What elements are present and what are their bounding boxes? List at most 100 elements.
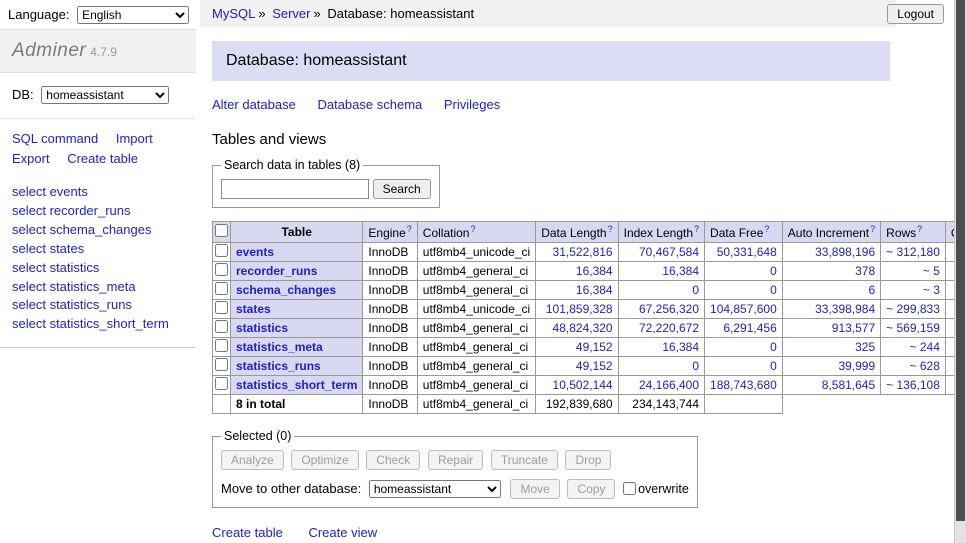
- scrollbar-thumb[interactable]: [956, 0, 965, 521]
- cell-auto-increment[interactable]: 6: [782, 281, 880, 300]
- sidebar-action-link[interactable]: Import: [116, 131, 153, 146]
- table-name-link[interactable]: states: [236, 302, 271, 316]
- cell-rows[interactable]: ~ 3: [881, 281, 946, 300]
- cell-rows[interactable]: ~ 628: [881, 357, 946, 376]
- cell-data-length[interactable]: 16,384: [536, 281, 618, 300]
- row-checkbox[interactable]: [215, 263, 228, 276]
- bulk-action-button[interactable]: Drop: [565, 450, 611, 470]
- sidebar-table-link[interactable]: select statistics: [12, 259, 184, 278]
- db-action-link[interactable]: Alter database: [212, 97, 296, 112]
- help-link[interactable]: ?: [694, 224, 699, 234]
- cell-data-length[interactable]: 31,522,816: [536, 243, 618, 262]
- cell-rows[interactable]: ~ 312,180: [881, 243, 946, 262]
- bulk-action-button[interactable]: Repair: [428, 450, 483, 470]
- table-name-link[interactable]: statistics_runs: [236, 359, 321, 373]
- sidebar-table-link[interactable]: select statistics_runs: [12, 296, 184, 315]
- table-name-link[interactable]: statistics_meta: [236, 340, 323, 354]
- cell-index-length[interactable]: 67,256,320: [618, 300, 704, 319]
- bulk-action-button[interactable]: Optimize: [291, 450, 358, 470]
- cell-index-length[interactable]: 72,220,672: [618, 319, 704, 338]
- sidebar-table-link[interactable]: select statistics_short_term: [12, 315, 184, 334]
- row-checkbox[interactable]: [215, 339, 228, 352]
- cell-data-free[interactable]: 50,331,648: [705, 243, 783, 262]
- cell-auto-increment[interactable]: 33,398,984: [782, 300, 880, 319]
- breadcrumb-link[interactable]: Server: [272, 6, 310, 21]
- cell-auto-increment[interactable]: 33,898,196: [782, 243, 880, 262]
- cell-rows[interactable]: ~ 244: [881, 338, 946, 357]
- row-checkbox[interactable]: [215, 244, 228, 257]
- cell-data-free[interactable]: 6,291,456: [705, 319, 783, 338]
- sidebar-table-link[interactable]: select states: [12, 240, 184, 259]
- overwrite-checkbox[interactable]: [623, 482, 636, 495]
- row-checkbox[interactable]: [215, 358, 228, 371]
- cell-data-length[interactable]: 49,152: [536, 338, 618, 357]
- help-link[interactable]: ?: [608, 224, 613, 234]
- sidebar-action-link[interactable]: SQL command: [12, 131, 98, 146]
- cell-auto-increment[interactable]: 39,999: [782, 357, 880, 376]
- cell-auto-increment[interactable]: 378: [782, 262, 880, 281]
- copy-button[interactable]: Copy: [567, 479, 615, 499]
- sidebar-action-link[interactable]: Create table: [67, 151, 138, 166]
- move-db-select[interactable]: homeassistant: [369, 480, 501, 498]
- cell-index-length[interactable]: 16,384: [618, 338, 704, 357]
- cell-index-length[interactable]: 0: [618, 357, 704, 376]
- help-link[interactable]: ?: [870, 224, 875, 234]
- cell-auto-increment[interactable]: 325: [782, 338, 880, 357]
- cell-index-length[interactable]: 16,384: [618, 262, 704, 281]
- cell-data-length[interactable]: 16,384: [536, 262, 618, 281]
- row-checkbox[interactable]: [215, 282, 228, 295]
- logout-button[interactable]: Logout: [887, 4, 944, 24]
- scrollbar[interactable]: [954, 0, 966, 543]
- cell-data-free[interactable]: 0: [705, 281, 783, 300]
- sidebar-table-link[interactable]: select statistics_meta: [12, 278, 184, 297]
- cell-data-length[interactable]: 49,152: [536, 357, 618, 376]
- bulk-action-button[interactable]: Check: [366, 450, 420, 470]
- table-name-link[interactable]: events: [236, 245, 274, 259]
- cell-data-length[interactable]: 101,859,328: [536, 300, 618, 319]
- cell-data-free[interactable]: 0: [705, 338, 783, 357]
- search-input[interactable]: [221, 179, 369, 199]
- cell-rows[interactable]: ~ 299,833: [881, 300, 946, 319]
- db-action-link[interactable]: Database schema: [317, 97, 422, 112]
- bulk-action-button[interactable]: Analyze: [221, 450, 284, 470]
- sidebar-table-link[interactable]: select events: [12, 183, 184, 202]
- select-all-checkbox[interactable]: [215, 224, 228, 237]
- adminer-logo[interactable]: Adminer: [12, 40, 86, 61]
- search-button[interactable]: Search: [373, 179, 431, 199]
- cell-data-length[interactable]: 10,502,144: [536, 376, 618, 395]
- cell-auto-increment[interactable]: 8,581,645: [782, 376, 880, 395]
- cell-index-length[interactable]: 24,166,400: [618, 376, 704, 395]
- help-link[interactable]: ?: [917, 224, 922, 234]
- table-name-link[interactable]: recorder_runs: [236, 264, 317, 278]
- db-action-link[interactable]: Privileges: [444, 97, 500, 112]
- create-link[interactable]: Create table: [212, 525, 283, 540]
- sidebar-action-link[interactable]: Export: [12, 151, 50, 166]
- help-link[interactable]: ?: [407, 224, 412, 234]
- sidebar-table-link[interactable]: select schema_changes: [12, 221, 184, 240]
- cell-rows[interactable]: ~ 5: [881, 262, 946, 281]
- cell-data-free[interactable]: 188,743,680: [705, 376, 783, 395]
- cell-index-length[interactable]: 70,467,584: [618, 243, 704, 262]
- language-select[interactable]: English: [77, 6, 189, 24]
- bulk-action-button[interactable]: Truncate: [491, 450, 558, 470]
- help-link[interactable]: ?: [470, 224, 475, 234]
- move-button[interactable]: Move: [510, 479, 559, 499]
- row-checkbox[interactable]: [215, 377, 228, 390]
- help-link[interactable]: ?: [764, 224, 769, 234]
- table-name-link[interactable]: statistics_short_term: [236, 378, 357, 392]
- cell-rows[interactable]: ~ 569,159: [881, 319, 946, 338]
- cell-data-length[interactable]: 48,824,320: [536, 319, 618, 338]
- cell-index-length[interactable]: 0: [618, 281, 704, 300]
- cell-rows[interactable]: ~ 136,108: [881, 376, 946, 395]
- db-select[interactable]: homeassistant: [41, 86, 169, 104]
- row-checkbox[interactable]: [215, 301, 228, 314]
- create-link[interactable]: Create view: [308, 525, 377, 540]
- cell-auto-increment[interactable]: 913,577: [782, 319, 880, 338]
- cell-data-free[interactable]: 0: [705, 262, 783, 281]
- row-checkbox[interactable]: [215, 320, 228, 333]
- breadcrumb-link[interactable]: MySQL: [212, 6, 255, 21]
- cell-data-free[interactable]: 104,857,600: [705, 300, 783, 319]
- table-name-link[interactable]: statistics: [236, 321, 288, 335]
- cell-data-free[interactable]: 0: [705, 357, 783, 376]
- sidebar-table-link[interactable]: select recorder_runs: [12, 202, 184, 221]
